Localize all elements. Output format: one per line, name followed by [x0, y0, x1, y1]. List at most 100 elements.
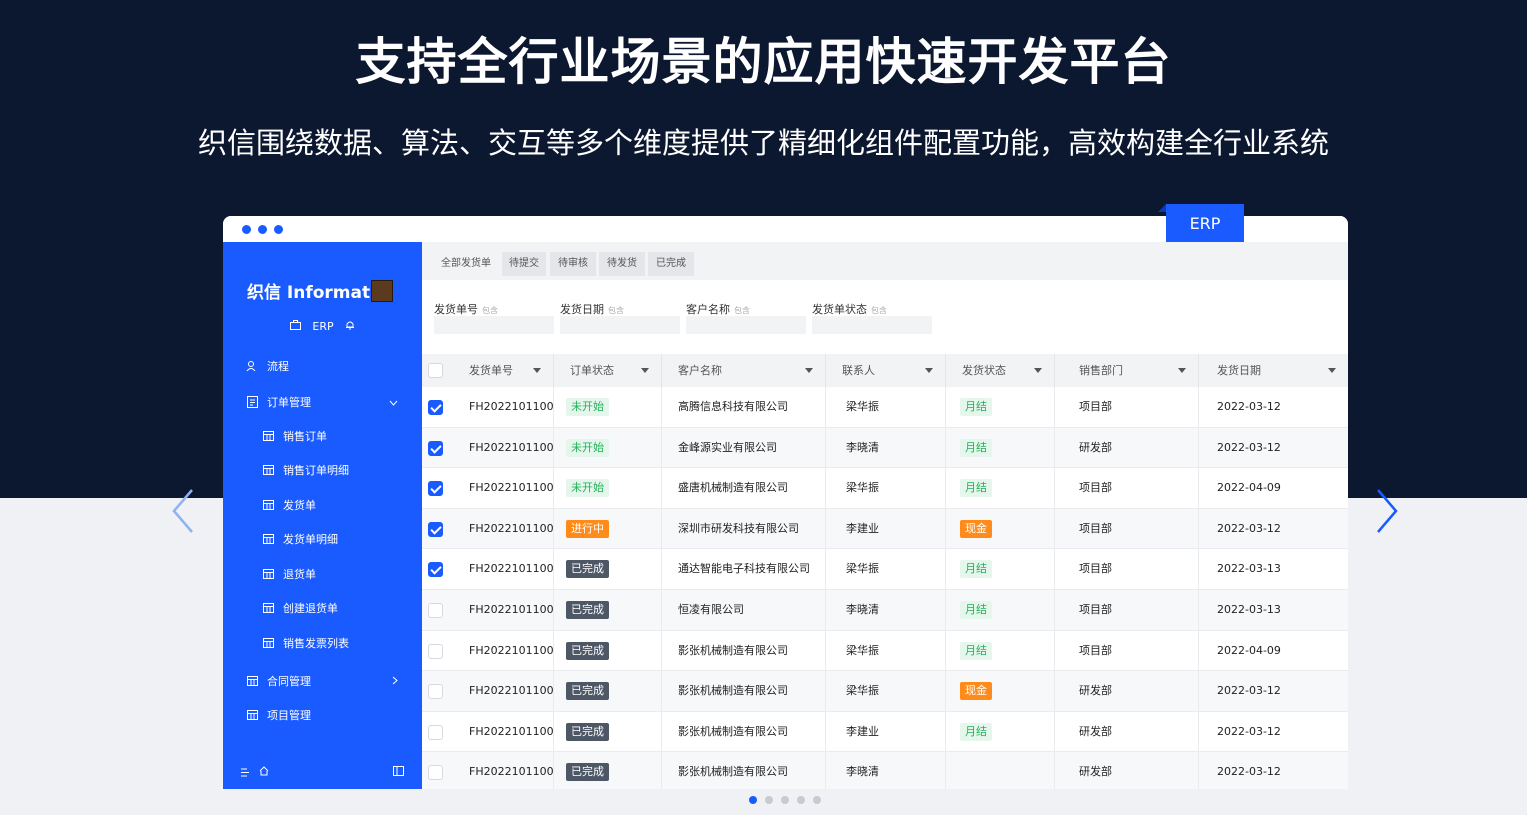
delivery-no: FH2022101100 — [469, 481, 554, 495]
delivery-date: 2022-03-13 — [1217, 562, 1281, 576]
cell-customer: 影张机械制造有限公司 — [662, 630, 826, 671]
sidebar-item-flow[interactable]: 流程 — [223, 351, 422, 381]
dept-name: 项目部 — [1079, 643, 1112, 657]
table-row[interactable]: FH2022101100 已完成 恒凌有限公司 李晓清 月结 项目部 2022-03-13 — [422, 590, 1348, 631]
row-checkbox[interactable] — [428, 400, 443, 415]
cell-date: 2022-04-09 — [1199, 468, 1348, 508]
sidebar-item-sales-order[interactable]: 销售订单 — [223, 421, 422, 451]
delivery-no-input[interactable] — [434, 316, 554, 334]
status-badge: 进行中 — [566, 519, 609, 538]
tab-pending-review[interactable]: 待审核 — [550, 252, 596, 276]
delivery-date: 2022-03-12 — [1217, 400, 1281, 413]
ship-badge: 月结 — [960, 479, 992, 498]
sidebar-footer — [223, 760, 422, 788]
sidebar-item-invoice-list[interactable]: 销售发票列表 — [223, 628, 422, 658]
menu-icon[interactable] — [241, 767, 251, 780]
table-icon — [261, 498, 275, 512]
customer-name-input[interactable] — [686, 316, 806, 334]
select-all-checkbox[interactable] — [428, 363, 443, 378]
column-header[interactable]: 客户名称 — [662, 354, 826, 387]
filter-bar: 发货单号 包含 发货日期 包含 客户名称 包含 发货单状态 包含 — [422, 280, 1348, 352]
table-row[interactable]: FH2022101100 未开始 盛唐机械制造有限公司 梁华振 月结 项目部 2022-04… — [422, 468, 1348, 509]
caret-down-icon — [1178, 368, 1186, 373]
table-row[interactable]: FH2022101100 已完成 影张机械制造有限公司 李晓清 研发部 2022-03-1… — [422, 752, 1348, 789]
customer-name: 盛唐机械制造有限公司 — [678, 481, 788, 495]
table-row[interactable]: FH2022101100 已完成 影张机械制造有限公司 李建业 月结 研发部 2022-03… — [422, 711, 1348, 753]
row-checkbox[interactable] — [428, 765, 443, 781]
caret-down-icon — [533, 368, 541, 373]
row-checkbox[interactable] — [428, 481, 443, 497]
carousel-dot[interactable] — [797, 796, 805, 804]
sidebar-item-order-management[interactable]: 订单管理 — [223, 387, 422, 417]
sidebar-item-sales-order-detail[interactable]: 销售订单明细 — [223, 455, 422, 485]
row-checkbox[interactable] — [428, 440, 443, 456]
tab-all-delivery[interactable]: 全部发货单 — [433, 252, 499, 276]
table-icon — [261, 601, 275, 615]
cell-delivery-no: FH2022101100 — [453, 752, 554, 789]
delivery-date-input[interactable] — [560, 316, 680, 334]
cell-contact: 梁华振 — [826, 549, 946, 590]
column-header[interactable]: 发货单号 — [453, 354, 554, 387]
column-header[interactable]: 订单状态 — [554, 354, 662, 387]
delivery-status-input[interactable] — [812, 316, 932, 334]
cell-delivery-no: FH2022101100 — [453, 468, 554, 509]
erp-corner-tag: ERP — [1166, 204, 1244, 242]
cell-order-status: 已完成 — [554, 590, 662, 630]
column-header[interactable]: 发货日期 — [1199, 354, 1348, 387]
tab-pending-submit[interactable]: 待提交 — [502, 252, 546, 276]
avatar[interactable] — [371, 280, 393, 302]
app-switcher[interactable]: ERP — [223, 320, 422, 333]
ship-badge: 现金 — [960, 682, 992, 701]
carousel-dot[interactable] — [813, 796, 821, 804]
home-icon[interactable] — [259, 766, 269, 779]
cell-date: 2022-03-12 — [1199, 752, 1348, 789]
table-row[interactable]: FH2022101100 进行中 深圳市研发科技有限公司 李建业 现金 项目部 2022-0… — [422, 508, 1348, 550]
collapse-sidebar-icon[interactable] — [393, 766, 404, 779]
table-row[interactable]: FH2022101100 已完成 影张机械制造有限公司 梁华振 现金 研发部 2022-03… — [422, 671, 1348, 712]
column-header[interactable]: 销售部门 — [1055, 354, 1199, 387]
column-header[interactable]: 发货状态 — [946, 354, 1055, 387]
row-checkbox[interactable] — [428, 603, 443, 618]
sidebar-item-delivery-note-detail[interactable]: 发货单明细 — [223, 524, 422, 554]
row-checkbox[interactable] — [428, 643, 443, 659]
carousel-prev-arrow-icon[interactable] — [168, 486, 198, 536]
table-row[interactable]: FH2022101100 未开始 高腾信息科技有限公司 梁华振 月结 项目部 2022-03… — [422, 387, 1348, 428]
sidebar-item-contract-management[interactable]: 合同管理 — [223, 666, 422, 696]
bell-icon[interactable] — [342, 320, 356, 333]
tab-bar: 全部发货单 待提交 待审核 待发货 已完成 — [422, 242, 1348, 280]
cell-ship-status: 月结 — [946, 711, 1055, 752]
sidebar-item-label: 发货单 — [283, 499, 316, 512]
row-checkbox[interactable] — [428, 684, 443, 700]
carousel-dot[interactable] — [749, 796, 757, 804]
delivery-no: FH2022101100 — [469, 603, 554, 616]
tab-completed[interactable]: 已完成 — [648, 252, 694, 276]
table-row[interactable]: FH2022101100 已完成 通达智能电子科技有限公司 梁华振 月结 项目部 2022-… — [422, 549, 1348, 590]
sidebar-item-label: 退货单 — [283, 568, 316, 581]
column-header[interactable]: 联系人 — [826, 354, 946, 387]
cell-customer: 影张机械制造有限公司 — [662, 711, 826, 752]
contact-name: 李建业 — [846, 724, 879, 738]
sidebar-item-project-management[interactable]: 项目管理 — [223, 700, 422, 730]
sidebar-item-create-return[interactable]: 创建退货单 — [223, 593, 422, 623]
cell-date: 2022-03-13 — [1199, 549, 1348, 589]
table-row[interactable]: FH2022101100 未开始 金峰源实业有限公司 李晓清 月结 研发部 2022-03-… — [422, 427, 1348, 469]
contact-name: 李晓清 — [846, 765, 879, 779]
cell-dept: 研发部 — [1055, 427, 1199, 468]
customer-name: 通达智能电子科技有限公司 — [678, 562, 810, 576]
delivery-date: 2022-03-12 — [1217, 724, 1281, 738]
customer-name: 高腾信息科技有限公司 — [678, 400, 788, 413]
filter-delivery-no: 发货单号 包含 — [434, 298, 554, 334]
sidebar-item-delivery-note[interactable]: 发货单 — [223, 490, 422, 520]
flow-icon — [245, 359, 259, 373]
row-checkbox[interactable] — [428, 521, 443, 537]
sidebar-item-return-note[interactable]: 退货单 — [223, 559, 422, 589]
cell-dept: 研发部 — [1055, 711, 1199, 752]
table-row[interactable]: FH2022101100 已完成 影张机械制造有限公司 梁华振 月结 项目部 2022-04… — [422, 630, 1348, 672]
carousel-dot[interactable] — [781, 796, 789, 804]
row-checkbox[interactable] — [428, 724, 443, 740]
carousel-next-arrow-icon[interactable] — [1372, 486, 1402, 536]
tab-pending-ship[interactable]: 待发货 — [599, 252, 645, 276]
sidebar-item-label: 创建退货单 — [283, 602, 338, 615]
carousel-dot[interactable] — [765, 796, 773, 804]
row-checkbox[interactable] — [428, 562, 443, 578]
